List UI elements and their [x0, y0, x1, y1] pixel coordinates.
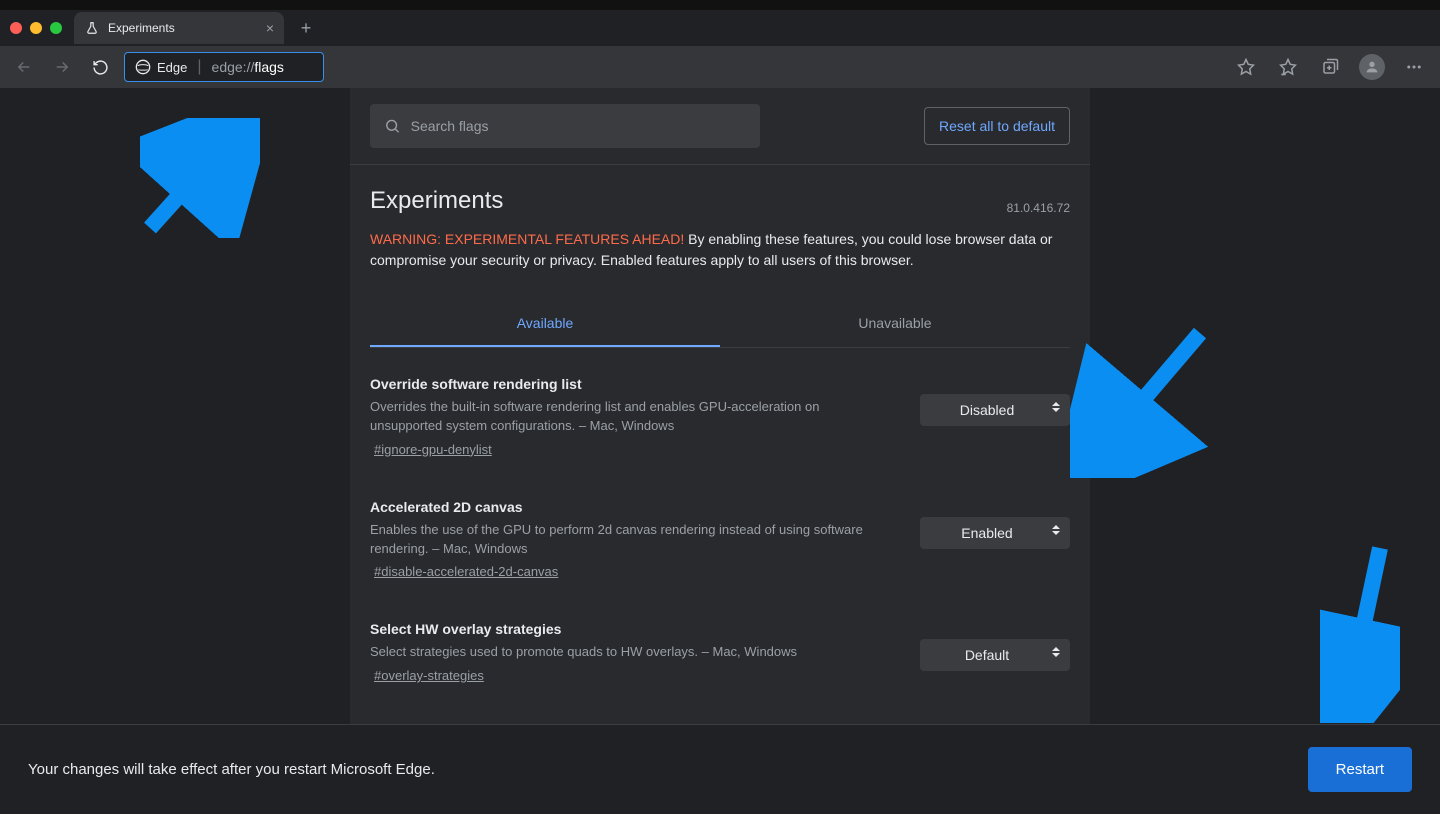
- close-tab-button[interactable]: ×: [266, 20, 274, 36]
- flag-select[interactable]: DefaultEnabledDisabled: [920, 517, 1070, 549]
- address-bar[interactable]: Edge | edge://flags: [124, 52, 324, 82]
- flag-anchor-link[interactable]: #overlay-strategies: [370, 668, 484, 683]
- browser-window: Experiments × + Edge | edge://flags: [0, 10, 1440, 814]
- restart-bar: Your changes will take effect after you …: [0, 724, 1440, 814]
- content-area: Reset all to default Experiments 81.0.41…: [0, 88, 1440, 814]
- flag-title: Override software rendering list: [370, 376, 890, 392]
- collections-icon[interactable]: [1314, 51, 1346, 83]
- search-icon: [384, 117, 401, 135]
- tab-available[interactable]: Available: [370, 301, 720, 347]
- flag-select[interactable]: DefaultEnabledDisabled: [920, 639, 1070, 671]
- restart-button[interactable]: Restart: [1308, 747, 1412, 792]
- window-controls: [10, 22, 62, 34]
- warning-text: WARNING: EXPERIMENTAL FEATURES AHEAD! By…: [370, 229, 1070, 271]
- flag-text: Override software rendering list Override…: [370, 376, 890, 459]
- flag-anchor-link[interactable]: #ignore-gpu-denylist: [370, 442, 492, 457]
- search-row: Reset all to default: [370, 88, 1070, 164]
- macos-menubar: [0, 0, 1440, 10]
- profile-avatar[interactable]: [1356, 51, 1388, 83]
- minimize-window-button[interactable]: [30, 22, 42, 34]
- flag-select-dropdown[interactable]: DefaultEnabledDisabled: [920, 639, 1070, 671]
- refresh-button[interactable]: [86, 53, 114, 81]
- flag-description: Enables the use of the GPU to perform 2d…: [370, 521, 890, 559]
- fullscreen-window-button[interactable]: [50, 22, 62, 34]
- flag-row: Override software rendering list Override…: [370, 376, 1070, 459]
- flag-select[interactable]: DefaultEnabledDisabled: [920, 394, 1070, 426]
- annotation-arrow-3: [1320, 543, 1400, 723]
- browser-tab[interactable]: Experiments ×: [74, 12, 284, 44]
- more-menu-icon[interactable]: [1398, 51, 1430, 83]
- flag-tabs: Available Unavailable: [370, 301, 1070, 348]
- flag-text: Accelerated 2D canvas Enables the use of …: [370, 499, 890, 582]
- browser-toolbar: Edge | edge://flags: [0, 46, 1440, 88]
- forward-button[interactable]: [48, 53, 76, 81]
- annotation-arrow-1: [140, 118, 260, 238]
- reset-all-button[interactable]: Reset all to default: [924, 107, 1070, 145]
- restart-message: Your changes will take effect after you …: [28, 761, 435, 778]
- search-input[interactable]: [411, 118, 746, 134]
- url-text: edge://flags: [212, 59, 284, 75]
- flag-select-dropdown[interactable]: DefaultEnabledDisabled: [920, 394, 1070, 426]
- site-identity-chip: Edge: [135, 59, 187, 75]
- back-button[interactable]: [10, 53, 38, 81]
- tab-unavailable[interactable]: Unavailable: [720, 301, 1070, 347]
- flag-title: Select HW overlay strategies: [370, 621, 890, 637]
- flag-row: Accelerated 2D canvas Enables the use of …: [370, 499, 1070, 582]
- flag-row: Select HW overlay strategies Select strat…: [370, 621, 1070, 685]
- page-title: Experiments: [370, 187, 503, 215]
- site-name: Edge: [157, 60, 187, 75]
- version-label: 81.0.416.72: [1007, 201, 1070, 215]
- flag-title: Accelerated 2D canvas: [370, 499, 890, 515]
- tab-strip: Experiments × +: [0, 10, 1440, 46]
- flask-icon: [84, 20, 100, 36]
- new-tab-button[interactable]: +: [292, 18, 320, 39]
- flag-description: Select strategies used to promote quads …: [370, 643, 890, 662]
- annotation-arrow-2: [1070, 328, 1210, 478]
- favorites-list-icon[interactable]: [1272, 51, 1304, 83]
- favorite-star-icon[interactable]: [1230, 51, 1262, 83]
- search-flags-box[interactable]: [370, 104, 760, 148]
- flag-anchor-link[interactable]: #disable-accelerated-2d-canvas: [370, 564, 558, 579]
- flag-select-dropdown[interactable]: DefaultEnabledDisabled: [920, 517, 1070, 549]
- omnibox-separator: |: [197, 58, 201, 76]
- flag-description: Overrides the built-in software renderin…: [370, 398, 890, 436]
- close-window-button[interactable]: [10, 22, 22, 34]
- flag-text: Select HW overlay strategies Select strat…: [370, 621, 890, 685]
- flags-page: Reset all to default Experiments 81.0.41…: [350, 88, 1090, 814]
- tab-title: Experiments: [108, 21, 175, 35]
